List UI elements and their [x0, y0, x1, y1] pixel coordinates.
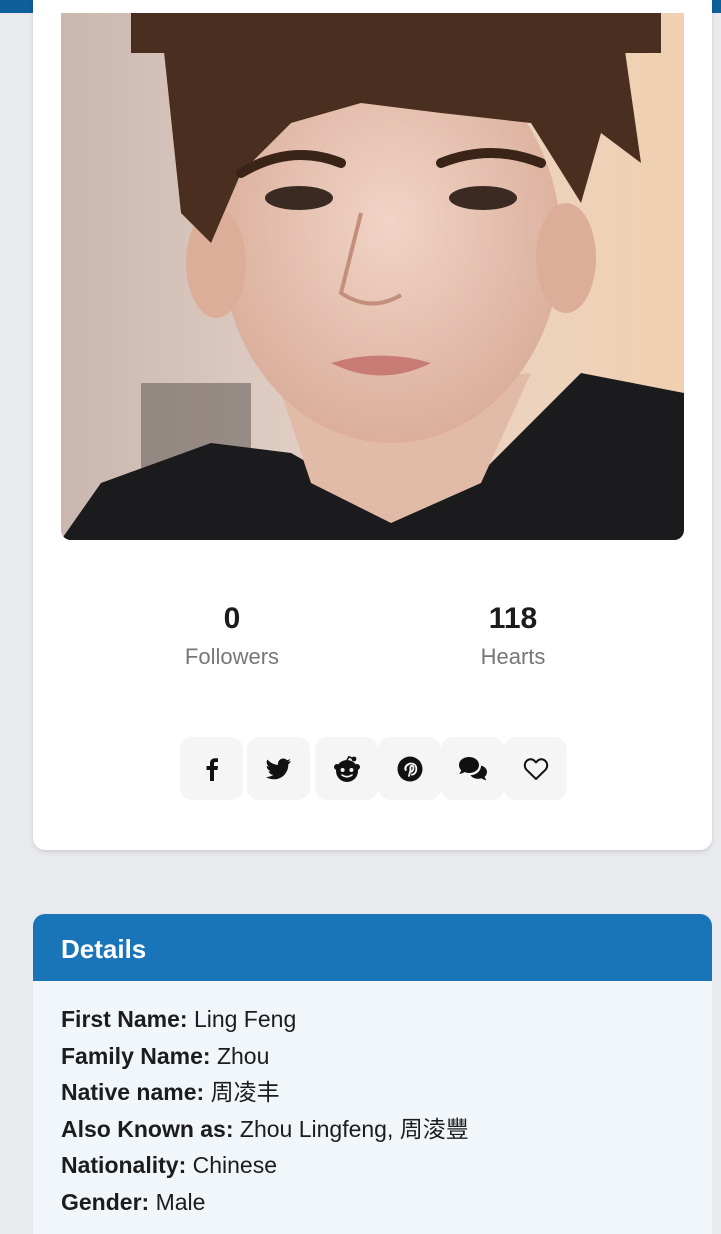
detail-row-native-name: Native name: 周凌丰	[61, 1074, 684, 1111]
detail-row-gender: Gender: Male	[61, 1184, 684, 1221]
detail-row-first-name: First Name: Ling Feng	[61, 1001, 684, 1038]
detail-value: Zhou Lingfeng, 周淩豐	[239, 1115, 469, 1142]
followers-label: Followers	[184, 644, 280, 669]
favorite-button[interactable]	[504, 737, 567, 800]
detail-label: Native name:	[61, 1079, 205, 1106]
hearts-label: Hearts	[480, 644, 546, 669]
followers-stat: 0 Followers	[132, 598, 332, 674]
hearts-stat: 118 Hearts	[413, 598, 613, 674]
detail-value: Chinese	[192, 1152, 278, 1179]
followers-count: 0	[223, 602, 241, 635]
detail-label: Also Known as:	[61, 1115, 234, 1142]
details-header: Details	[33, 914, 712, 981]
pinterest-icon	[397, 756, 422, 781]
twitter-share-button[interactable]	[247, 737, 310, 800]
detail-label: First Name:	[61, 1006, 188, 1032]
profile-photo	[61, 13, 684, 540]
detail-row-family-name: Family Name: Zhou	[61, 1038, 684, 1075]
detail-value: Zhou	[216, 1042, 270, 1069]
reddit-icon	[333, 755, 360, 782]
heart-icon	[523, 757, 548, 780]
facebook-icon	[206, 757, 218, 781]
hearts-count: 118	[488, 602, 538, 635]
detail-label: Family Name:	[61, 1042, 211, 1069]
reddit-share-button[interactable]	[315, 737, 378, 800]
comments-icon	[458, 756, 487, 780]
profile-card: 0 Followers 118 Hearts	[33, 0, 712, 850]
detail-value: Ling Feng	[193, 1006, 297, 1032]
detail-row-nationality: Nationality: Chinese	[61, 1147, 684, 1184]
detail-value: 周凌丰	[210, 1079, 280, 1106]
pinterest-share-button[interactable]	[378, 737, 441, 800]
comments-share-button[interactable]	[441, 737, 504, 800]
detail-value: Male	[155, 1188, 206, 1215]
details-title: Details	[61, 934, 147, 964]
detail-label: Nationality:	[61, 1152, 187, 1179]
twitter-icon	[265, 758, 291, 779]
details-list: First Name: Ling Feng Family Name: Zhou …	[33, 981, 712, 1221]
detail-row-also-known-as: Also Known as: Zhou Lingfeng, 周淩豐	[61, 1111, 684, 1148]
detail-label: Gender:	[61, 1188, 150, 1215]
details-panel: Details First Name: Ling Feng Family Nam…	[33, 914, 712, 1234]
facebook-share-button[interactable]	[180, 737, 243, 800]
